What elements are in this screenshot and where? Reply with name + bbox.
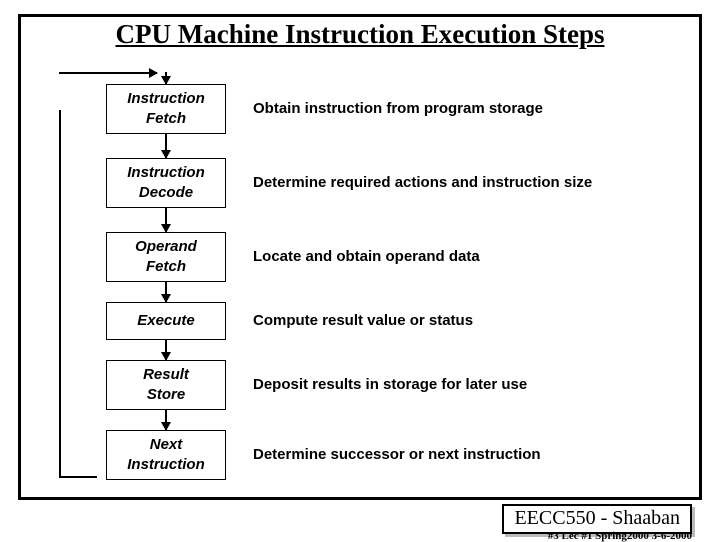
step-label: InstructionFetch — [127, 90, 205, 127]
step-label: InstructionDecode — [127, 164, 205, 201]
step-desc-2: Locate and obtain operand data — [253, 248, 480, 265]
arrow-2-3 — [165, 280, 167, 302]
step-label: NextInstruction — [127, 436, 205, 473]
arrow-0-1 — [165, 132, 167, 158]
step-desc-4: Deposit results in storage for later use — [253, 376, 527, 393]
step-desc-5: Determine successor or next instruction — [253, 446, 541, 463]
step-box-result-store: ResultStore — [106, 360, 226, 410]
arrow-1-2 — [165, 206, 167, 232]
step-desc-3: Compute result value or status — [253, 312, 473, 329]
loop-top-arrow — [59, 72, 157, 74]
slide-title: CPU Machine Instruction Execution Steps — [21, 19, 699, 50]
loop-back-line — [59, 110, 97, 478]
slide-frame: CPU Machine Instruction Execution Steps … — [18, 14, 702, 500]
arrow-into-0 — [165, 72, 167, 84]
step-box-instruction-fetch: InstructionFetch — [106, 84, 226, 134]
step-desc-0: Obtain instruction from program storage — [253, 100, 543, 117]
arrow-4-5 — [165, 408, 167, 430]
step-box-instruction-decode: InstructionDecode — [106, 158, 226, 208]
course-footer-text: EECC550 - Shaaban — [514, 507, 680, 529]
step-label: ResultStore — [143, 366, 189, 403]
step-box-execute: Execute — [106, 302, 226, 340]
step-desc-1: Determine required actions and instructi… — [253, 174, 592, 191]
slide-footnote: #3 Lec #1 Spring2000 3-6-2000 — [548, 530, 692, 542]
step-box-next-instruction: NextInstruction — [106, 430, 226, 480]
step-label: OperandFetch — [135, 238, 197, 275]
arrow-3-4 — [165, 338, 167, 360]
step-box-operand-fetch: OperandFetch — [106, 232, 226, 282]
step-label: Execute — [137, 312, 195, 329]
